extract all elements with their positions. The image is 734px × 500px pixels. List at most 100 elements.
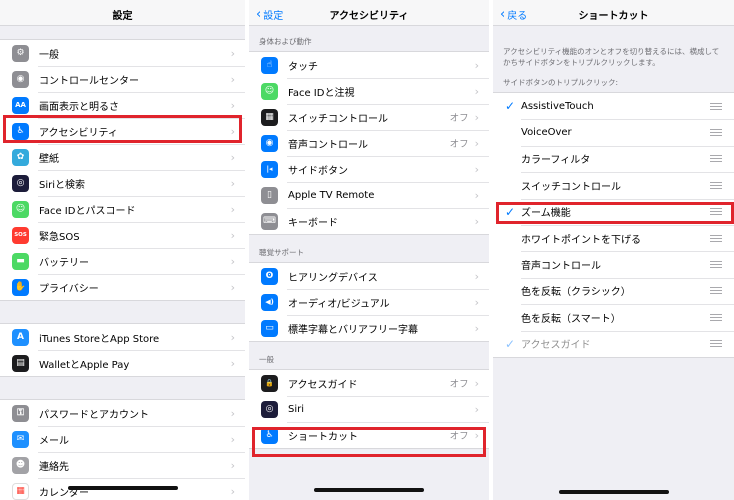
list-item-label: タッチ xyxy=(288,61,318,73)
shortcut-option[interactable]: スイッチコントロール xyxy=(493,172,734,199)
list-item-label: キーボード xyxy=(288,217,338,229)
reorder-handle-icon[interactable] xyxy=(710,313,722,321)
list-item[interactable]: ✉ メール › xyxy=(0,426,245,452)
list-item-label: 壁紙 xyxy=(39,153,59,165)
list-item[interactable]: ⚙ 一般 › xyxy=(0,40,245,66)
hand-icon: ✋ xyxy=(12,278,29,296)
shortcut-option-label: 色を反転（クラシック） xyxy=(521,287,631,299)
list-item[interactable]: SOS 緊急SOS › xyxy=(0,222,245,248)
list-item[interactable]: 🔒 アクセスガイド オフ › xyxy=(249,370,489,396)
shortcut-option[interactable]: 色を反転（スマート） xyxy=(493,304,734,331)
page-title: 設定 xyxy=(112,11,133,22)
list-item[interactable]: ◎ Siriと検索 › xyxy=(0,170,245,196)
settings-navbar: 設定 xyxy=(0,0,245,26)
settings-list: ⚙ 一般 › ◉ コントロールセンター › AA 画面表示と明るさ › ♿ アクセシビリティ › ✿ 壁紙… xyxy=(0,26,245,500)
section-header: サイドボタンのトリプルクリック: xyxy=(503,78,619,87)
shortcut-option[interactable]: カラーフィルタ xyxy=(493,145,734,173)
reorder-handle-icon[interactable] xyxy=(710,129,722,137)
list-item[interactable]: ▯ Apple TV Remote › xyxy=(249,182,489,208)
list-item-label: プライバシー xyxy=(39,283,99,295)
reorder-handle-icon[interactable] xyxy=(710,155,722,163)
app-store-icon: A xyxy=(12,328,29,346)
reorder-handle-icon[interactable] xyxy=(710,208,722,216)
shortcut-option[interactable]: ✓ アクセスガイド xyxy=(493,330,734,357)
toggles-icon: ◉ xyxy=(12,70,29,88)
list-item[interactable]: ☺ Face IDと注視 › xyxy=(249,78,489,104)
list-item-label: アクセシビリティ xyxy=(39,127,118,139)
shortcut-option-label: カラーフィルタ xyxy=(521,155,591,167)
home-indicator xyxy=(67,486,178,490)
list-item[interactable]: ◀) オーディオ/ビジュアル › xyxy=(249,289,489,315)
section-header: 身体および動作 xyxy=(259,37,312,46)
list-item[interactable]: ♿ アクセシビリティ › xyxy=(0,118,245,144)
contacts-icon: ☻ xyxy=(12,456,29,474)
settings-screen: 設定 ⚙ 一般 › ◉ コントロールセンター › AA 画面表示と明るさ › ♿ アクセシビリティ ›… xyxy=(0,0,245,500)
reorder-handle-icon[interactable] xyxy=(710,181,722,189)
shortcut-option[interactable]: 音声コントロール xyxy=(493,251,734,278)
chevron-right-icon: › xyxy=(474,110,479,124)
list-item-label: iTunes StoreとApp Store xyxy=(39,333,160,345)
chevron-right-icon: › xyxy=(230,280,235,294)
chevron-right-icon: › xyxy=(230,458,235,472)
list-item[interactable]: ⌨ キーボード › xyxy=(249,208,489,234)
list-item[interactable]: ✿ 壁紙 › xyxy=(0,144,245,170)
calendar-icon: ▦ xyxy=(12,482,29,500)
shortcut-option-label: AssistiveTouch xyxy=(521,100,594,112)
shortcut-option[interactable]: 色を反転（クラシック） xyxy=(493,277,734,305)
list-item[interactable]: ◎ Siri › xyxy=(249,396,489,422)
home-indicator xyxy=(314,488,424,492)
checkmark-icon: ✓ xyxy=(505,336,516,351)
shortcut-list: ✓ AssistiveTouch VoiceOver カラーフィルタ スイッチコントロー… xyxy=(493,92,734,358)
list-item[interactable]: ☺ Face IDとパスコード › xyxy=(0,196,245,222)
list-item[interactable]: ◉ 音声コントロール オフ › xyxy=(249,130,489,156)
shortcut-option[interactable]: ✓ AssistiveTouch xyxy=(493,93,734,120)
shortcut-option-label: VoiceOver xyxy=(521,127,572,139)
reorder-handle-icon[interactable] xyxy=(710,261,722,269)
chevron-right-icon: › xyxy=(230,72,235,86)
list-item[interactable]: AA 画面表示と明るさ › xyxy=(0,92,245,118)
settings-group: ⚙ 一般 › ◉ コントロールセンター › AA 画面表示と明るさ › ♿ アクセシビリティ › ✿ 壁紙… xyxy=(0,39,245,301)
reorder-handle-icon[interactable] xyxy=(710,287,722,295)
list-item[interactable]: ◉ コントロールセンター › xyxy=(0,66,245,92)
list-item-label: 連絡先 xyxy=(39,461,69,473)
list-item[interactable]: ▭ 標準字幕とバリアフリー字幕 › xyxy=(249,315,489,341)
shortcut-screen: ‹ 戻る ショートカット アクセシビリティ機能のオンとオフを切り替えるには、横成… xyxy=(493,0,734,500)
shortcut-option[interactable]: ホワイトポイントを下げる xyxy=(493,224,734,252)
list-item-label: Face IDと注視 xyxy=(288,87,355,99)
reorder-handle-icon[interactable] xyxy=(710,102,722,110)
list-item[interactable]: ♿ ショートカット オフ › xyxy=(249,422,489,448)
checkmark-icon: ✓ xyxy=(505,204,516,219)
mail-icon: ✉ xyxy=(12,430,29,448)
list-item-label: コントロールセンター xyxy=(39,75,139,87)
list-item-label: 標準字幕とバリアフリー字幕 xyxy=(288,324,418,336)
list-item[interactable]: ☻ 連絡先 › xyxy=(0,452,245,478)
list-item[interactable]: ʘ ヒアリングデバイス › xyxy=(249,263,489,289)
key-icon: ⚿ xyxy=(12,404,29,422)
chevron-right-icon: › xyxy=(230,356,235,370)
chevron-right-icon: › xyxy=(474,136,479,150)
list-item[interactable]: |◂ サイドボタン › xyxy=(249,156,489,182)
face-id-icon: ☺ xyxy=(12,200,29,218)
battery-icon: ▬ xyxy=(12,252,29,270)
chevron-right-icon: › xyxy=(474,428,479,442)
list-item[interactable]: ☝ タッチ › xyxy=(249,52,489,78)
reorder-handle-icon[interactable] xyxy=(710,234,722,242)
list-item[interactable]: ⚿ パスワードとアカウント › xyxy=(0,400,245,426)
chevron-right-icon: › xyxy=(474,188,479,202)
list-item[interactable]: ▬ バッテリー › xyxy=(0,248,245,274)
list-item[interactable]: ▦ スイッチコントロール オフ › xyxy=(249,104,489,130)
accessibility-navbar: ‹ 設定 アクセシビリティ xyxy=(249,0,489,26)
chevron-right-icon: › xyxy=(474,402,479,416)
chevron-right-icon: › xyxy=(474,321,479,335)
shortcut-option[interactable]: VoiceOver xyxy=(493,119,734,146)
shortcut-option[interactable]: ✓ ズーム機能 xyxy=(493,198,734,225)
reorder-handle-icon[interactable] xyxy=(710,340,722,348)
switch-grid-icon: ▦ xyxy=(261,108,278,126)
list-item[interactable]: AiTunes StoreとApp Store › xyxy=(0,324,245,350)
siri-icon: ◎ xyxy=(261,400,278,418)
chevron-right-icon: › xyxy=(230,98,235,112)
accessibility-icon: ♿ xyxy=(261,426,278,444)
list-item[interactable]: ✋ プライバシー › xyxy=(0,274,245,300)
chevron-right-icon: › xyxy=(230,254,235,268)
list-item[interactable]: ▤ WalletとApple Pay › xyxy=(0,350,245,376)
